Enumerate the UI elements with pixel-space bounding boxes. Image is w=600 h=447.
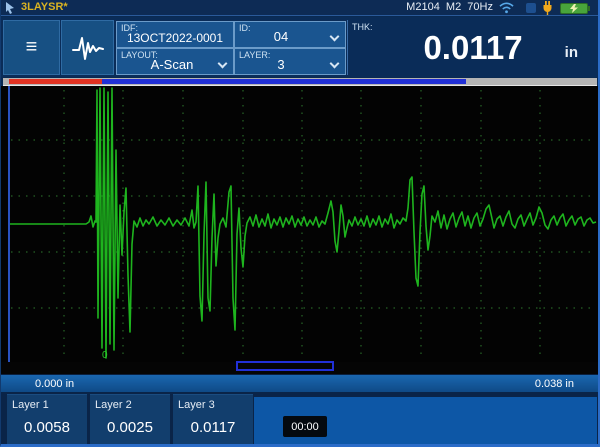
top-gate-bar <box>3 78 597 86</box>
status-indicator <box>526 3 536 13</box>
thickness-readout: THK: 0.0117 in <box>347 20 598 75</box>
idf-value: 13OCT2022-0001 <box>117 31 233 45</box>
battery-charging-icon <box>560 3 588 14</box>
power-plug-icon <box>541 1 554 15</box>
range-max: 0.038 in <box>535 378 574 390</box>
layer-box-label: Layer 3 <box>178 399 215 411</box>
layout-value: A-Scan <box>111 57 233 72</box>
layer-box-label: Layer 1 <box>12 399 49 411</box>
a-scan-plot <box>1 86 600 362</box>
thk-unit: in <box>565 44 578 61</box>
layer-dropdown[interactable]: LAYER: 3 <box>234 48 346 75</box>
layer-box-value: 0.0117 <box>173 419 253 436</box>
range-min: 0.000 in <box>35 378 74 390</box>
title-bar: 3LAYSR* M2104 M2 70Hz <box>1 0 598 16</box>
layer-box: Layer 1 0.0058 <box>7 394 87 445</box>
id-value: 04 <box>217 29 345 44</box>
status-readout: M2104 M2 70Hz <box>406 1 493 13</box>
menu-button[interactable]: ≡ <box>3 20 60 75</box>
measurement-gate-outline <box>236 361 334 371</box>
plot-left-border <box>8 86 10 362</box>
layer-box: Layer 2 0.0025 <box>90 394 170 445</box>
layer-box-label: Layer 2 <box>95 399 132 411</box>
app-pointer-icon <box>3 1 17 15</box>
timer-readout: 00:00 <box>283 416 327 437</box>
gate-segment <box>9 79 102 84</box>
waveform-icon <box>71 33 105 63</box>
file-title: 3LAYSR* <box>21 1 68 13</box>
ascan-view-button[interactable] <box>61 20 114 75</box>
hamburger-icon: ≡ <box>26 36 38 59</box>
wifi-icon <box>499 2 514 14</box>
thk-label: THK: <box>352 22 373 32</box>
a-scan-svg <box>1 86 600 362</box>
bottom-blue-panel: 00:00 <box>254 397 597 445</box>
layer-box-value: 0.0025 <box>90 419 170 436</box>
layer-box: Layer 3 0.0117 <box>173 394 253 445</box>
layer-value: 3 <box>217 57 345 72</box>
bottom-panel: Layer 10.0058Layer 20.0025Layer 30.0117 … <box>1 392 598 447</box>
id-dropdown[interactable]: ID: 04 <box>234 21 346 48</box>
header-bar: ≡ IDF: 13OCT2022-0001 ID: 04 LAYOUT: A-S… <box>1 17 598 77</box>
layer-box-value: 0.0058 <box>7 419 87 436</box>
gate-segment <box>102 79 466 84</box>
range-scale-bar: 0.000 in 0.038 in <box>1 374 598 392</box>
gauge-screen: 3LAYSR* M2104 M2 70Hz ≡ IDF: <box>0 0 600 447</box>
thk-value: 0.0117 <box>378 29 568 67</box>
gate-zero-marker: 0 <box>102 350 108 361</box>
